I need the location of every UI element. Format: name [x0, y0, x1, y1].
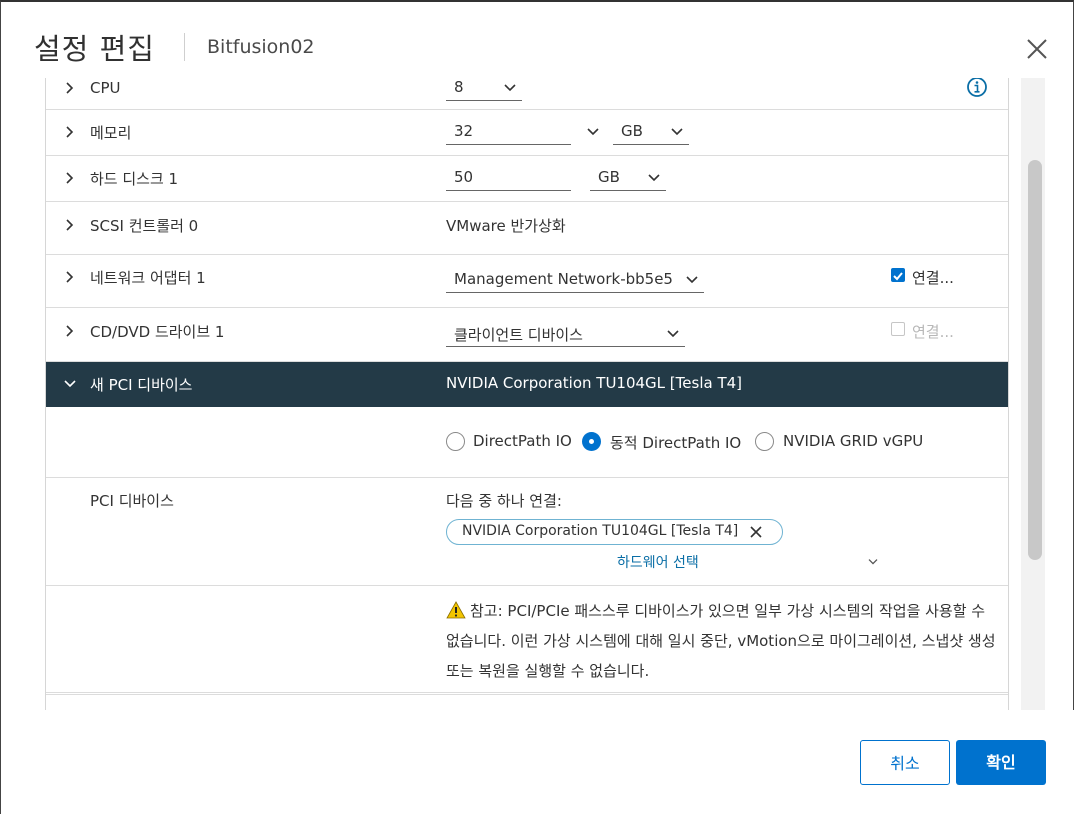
selected-device-chip-label: NVIDIA Corporation TU104GL [Tesla T4] — [462, 523, 739, 539]
chevron-right-icon[interactable] — [64, 325, 76, 337]
chevron-down-icon — [671, 128, 683, 136]
row-hard-disk: 하드 디스크 1 50 GB — [46, 156, 1008, 202]
chevron-right-icon[interactable] — [64, 82, 76, 94]
settings-list: CPU 8 메모리 32 GB 하드 디스크 1 50 GB SCSI 컨트롤러… — [45, 78, 1009, 710]
hard-disk-unit: GB — [598, 168, 620, 186]
row-scsi-controller: SCSI 컨트롤러 0 VMware 반가상화 — [46, 202, 1008, 255]
cd-dvd-select[interactable]: 클라이언트 디바이스 — [446, 323, 685, 347]
cd-dvd-connect-label: 연결... — [912, 323, 954, 341]
network-value: Management Network-bb5e5 — [454, 270, 673, 288]
memory-unit-select[interactable]: GB — [613, 121, 689, 145]
chevron-right-icon[interactable] — [64, 219, 76, 231]
select-hardware-link[interactable]: 하드웨어 선택 — [617, 552, 699, 572]
row-cpu: CPU 8 — [46, 78, 1008, 110]
memory-label: 메모리 — [90, 124, 132, 142]
hard-disk-unit-select[interactable]: GB — [590, 167, 666, 191]
cpu-label: CPU — [90, 79, 121, 97]
scsi-label: SCSI 컨트롤러 0 — [90, 217, 199, 235]
dialog-title: 설정 편집 — [34, 32, 155, 66]
hard-disk-label: 하드 디스크 1 — [90, 170, 179, 188]
row-cd-dvd: CD/DVD 드라이브 1 클라이언트 디바이스 연결... — [46, 308, 1008, 362]
cpu-value: 8 — [454, 78, 464, 96]
edit-settings-dialog: 설정 편집 Bitfusion02 CPU 8 메모리 32 GB 하드 디스크… — [0, 0, 1074, 814]
memory-input[interactable]: 32 — [446, 121, 571, 145]
dialog-header: 설정 편집 Bitfusion02 — [1, 2, 1074, 78]
radio-directpath-io-label: DirectPath IO — [473, 432, 572, 450]
cd-dvd-label: CD/DVD 드라이브 1 — [90, 323, 225, 341]
row-pci-mode: DirectPath IO 동적 DirectPath IO NVIDIA GR… — [46, 407, 1008, 478]
chevron-down-icon[interactable] — [868, 558, 878, 566]
row-new-pci-device[interactable]: 새 PCI 디바이스 NVIDIA Corporation TU104GL [T… — [46, 362, 1008, 407]
passthrough-note-text: 참고: PCI/PCIe 패스스루 디바이스가 있으면 일부 가상 시스템의 작… — [446, 602, 996, 680]
check-icon — [893, 272, 903, 281]
memory-unit: GB — [621, 122, 643, 140]
memory-value: 32 — [454, 122, 474, 140]
cancel-button[interactable]: 취소 — [860, 740, 950, 785]
network-connect-checkbox[interactable] — [891, 268, 905, 282]
scroll-thumb[interactable] — [1028, 160, 1042, 560]
chevron-down-icon — [686, 276, 698, 284]
close-icon[interactable] — [1023, 35, 1051, 63]
selected-device-chip: NVIDIA Corporation TU104GL [Tesla T4] — [446, 519, 783, 545]
passthrough-note: 참고: PCI/PCIe 패스스루 디바이스가 있으면 일부 가상 시스템의 작… — [446, 596, 998, 686]
chevron-down-icon — [667, 330, 679, 338]
cpu-select[interactable]: 8 — [446, 78, 522, 101]
chevron-down-icon — [648, 174, 660, 182]
vm-name: Bitfusion02 — [207, 36, 315, 58]
hard-disk-value: 50 — [454, 168, 474, 186]
row-clipped — [46, 694, 1008, 710]
radio-dynamic-directpath-io-label: 동적 DirectPath IO — [610, 434, 742, 452]
chevron-down-icon — [504, 84, 516, 92]
remove-icon[interactable] — [749, 525, 763, 539]
radio-dynamic-directpath-io[interactable] — [582, 432, 601, 451]
pci-label: 새 PCI 디바이스 — [90, 376, 193, 394]
warning-icon — [446, 601, 466, 619]
chevron-down-icon[interactable] — [64, 378, 76, 390]
title-separator — [184, 33, 185, 61]
chevron-right-icon[interactable] — [64, 172, 76, 184]
row-network-adapter: 네트워크 어댑터 1 Management Network-bb5e5 연결..… — [46, 255, 1008, 308]
radio-directpath-io[interactable] — [446, 432, 465, 451]
chevron-down-icon[interactable] — [587, 127, 599, 137]
ok-button[interactable]: 확인 — [956, 740, 1046, 785]
hard-disk-input[interactable]: 50 — [446, 167, 571, 191]
radio-nvidia-grid-vgpu[interactable] — [755, 432, 774, 451]
info-icon[interactable] — [966, 78, 988, 98]
dialog-footer: 취소 확인 — [1, 710, 1074, 814]
radio-nvidia-grid-vgpu-label: NVIDIA GRID vGPU — [783, 432, 924, 450]
scrollbar[interactable] — [1021, 78, 1045, 710]
row-memory: 메모리 32 GB — [46, 110, 1008, 156]
scsi-value: VMware 반가상화 — [446, 217, 566, 235]
chevron-right-icon[interactable] — [64, 126, 76, 138]
pci-device-label: PCI 디바이스 — [90, 492, 174, 510]
network-select[interactable]: Management Network-bb5e5 — [446, 269, 704, 293]
network-connect-label: 연결... — [912, 269, 954, 287]
network-label: 네트워크 어댑터 1 — [90, 269, 206, 287]
cd-dvd-connect-checkbox[interactable] — [891, 322, 905, 336]
pci-value: NVIDIA Corporation TU104GL [Tesla T4] — [446, 374, 743, 392]
connect-one-of-label: 다음 중 하나 연결: — [446, 492, 562, 510]
chevron-right-icon[interactable] — [64, 271, 76, 283]
cd-dvd-value: 클라이언트 디바이스 — [454, 326, 583, 344]
